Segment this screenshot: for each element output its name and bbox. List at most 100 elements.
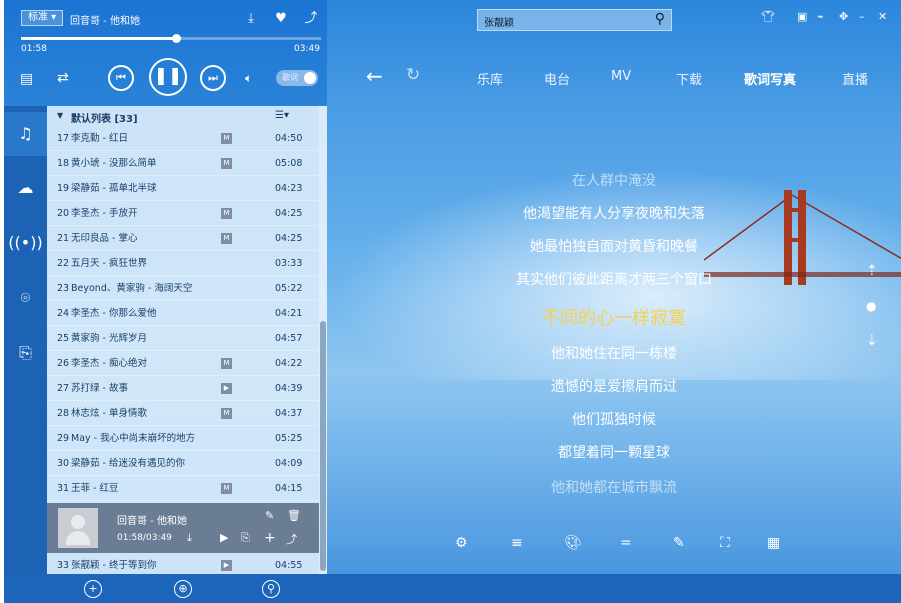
share-icon[interactable]: ⎘ <box>241 531 250 545</box>
list-item[interactable]: 27 苏打绿 - 故事 ▶ 04:39 <box>47 376 319 401</box>
track-duration: 05:25 <box>275 433 303 444</box>
fullscreen-icon[interactable]: ⛶ <box>720 535 730 551</box>
tab-5[interactable]: 直播 <box>842 69 868 88</box>
collapse-icon[interactable]: ▼ <box>57 111 63 120</box>
music-icon[interactable]: ♫ <box>4 112 47 156</box>
cloud-icon[interactable]: ☁ <box>4 166 47 210</box>
mv-badge[interactable]: M <box>221 158 232 169</box>
tab-0[interactable]: 乐库 <box>477 69 503 88</box>
delete-icon[interactable]: 🗑︎ <box>287 509 301 522</box>
list-item[interactable]: 22 五月天 - 疯狂世界 03:33 <box>47 251 319 276</box>
volume-icon[interactable]: 🔈︎ <box>245 71 252 86</box>
tab-4[interactable]: 歌词写真 <box>744 69 796 88</box>
list-item[interactable]: 31 王菲 - 红豆 M 04:15 <box>47 476 319 501</box>
scrollbar[interactable] <box>319 106 327 574</box>
mv-badge[interactable]: M <box>221 408 232 419</box>
lyrics-reset-icon[interactable]: ● <box>866 299 876 313</box>
time-current: 01:58 <box>21 44 47 54</box>
download-icon[interactable]: ⤓ <box>187 531 192 545</box>
mv-icon[interactable]: ▶ <box>220 531 228 544</box>
tab-1[interactable]: 电台 <box>544 69 570 88</box>
mv-badge[interactable]: M <box>221 133 232 144</box>
share-icon[interactable]: ⤴ <box>302 10 320 28</box>
edit-icon[interactable]: ✎ <box>265 509 274 522</box>
previous-button[interactable]: ⏮ <box>108 65 134 91</box>
list-item[interactable]: 18 黄小琥 - 没那么简单 M 05:08 <box>47 151 319 176</box>
lyric-line: 他和她住在同一栋楼 <box>551 346 677 362</box>
track-title: 五月天 - 疯狂世界 <box>71 258 147 269</box>
tab-3[interactable]: 下载 <box>676 69 702 88</box>
track-title: 黄家驹 - 光辉岁月 <box>71 333 147 344</box>
mv-badge[interactable]: ▶ <box>221 383 232 394</box>
list-item[interactable]: 29 May - 我心中尚未崩坏的地方 05:25 <box>47 426 319 451</box>
lyric-line: 遗憾的是爱擦肩而过 <box>551 379 677 395</box>
next-button[interactable]: ⏭ <box>200 65 226 91</box>
refresh-icon[interactable]: ↻ <box>406 65 420 85</box>
lyrics-toggle[interactable]: 歌词 <box>276 70 318 86</box>
list-item[interactable]: 26 李圣杰 - 痴心绝对 M 04:22 <box>47 351 319 376</box>
share-icon[interactable]: ⎘ <box>4 331 47 375</box>
lyric-line: 其实他们彼此距离才两三个窗口 <box>516 272 712 288</box>
scrollbar-thumb[interactable] <box>320 321 326 571</box>
playlist-header[interactable]: ▼ 默认列表 [33] ☰▾ <box>47 106 319 126</box>
forward-icon[interactable]: ⤴ <box>286 531 297 547</box>
tab-2[interactable]: MV <box>611 69 631 84</box>
list-item[interactable]: 20 李圣杰 - 手放开 M 04:25 <box>47 201 319 226</box>
progress-knob[interactable] <box>171 34 181 43</box>
mv-badge[interactable]: M <box>221 358 232 369</box>
now-playing-title: 回音哥 - 他和她 <box>70 16 140 27</box>
search-input[interactable]: 张靓颖 ⚲ <box>477 9 672 31</box>
mv-badge[interactable]: M <box>221 483 232 494</box>
music-player-window: 标准 ▾ 回音哥 - 他和她 ⤓ ♥ ⤴ 01:58 03:49 ▤ ⇄ ⏮ ❚… <box>4 0 901 603</box>
list-item[interactable]: 28 林志炫 - 单身情歌 M 04:37 <box>47 401 319 426</box>
align-icon[interactable]: = <box>620 535 632 551</box>
track-title: 梁静茹 - 给迷没有遇见的你 <box>71 458 185 469</box>
lyric-line: 他和她都在城市飘流 <box>551 480 677 496</box>
heart-icon[interactable]: ♥ <box>272 10 290 28</box>
quality-dropdown[interactable]: 标准 ▾ <box>21 10 64 26</box>
photo-icon[interactable]: ▦ <box>767 535 780 551</box>
toggle-knob <box>304 72 316 84</box>
menu-icon[interactable]: ⌁ <box>817 10 824 23</box>
loop-icon[interactable]: ⇄ <box>57 70 69 86</box>
back-arrow-icon[interactable]: ← <box>366 64 383 88</box>
list-item[interactable]: 21 无印良品 - 掌心 M 04:25 <box>47 226 319 251</box>
search-circle-icon[interactable]: ⚲ <box>262 580 280 598</box>
edit-icon[interactable]: ✎ <box>673 535 685 551</box>
track-title: 苏打绿 - 故事 <box>71 383 128 394</box>
track-title: 梁静茹 - 孤单北半球 <box>71 183 157 194</box>
theme-palette-icon[interactable]: 🎨︎ <box>564 535 582 551</box>
list-item[interactable]: 17 李克勤 - 红日 M 04:50 <box>47 126 319 151</box>
minimize-icon[interactable]: – <box>859 10 865 23</box>
mini-mode-icon[interactable]: ▣ <box>797 10 807 23</box>
skin-icon[interactable]: 👕︎ <box>761 10 775 23</box>
track-duration: 04:23 <box>275 183 303 194</box>
settings-gear-icon[interactable]: ⚙ <box>455 535 468 551</box>
progress-bar[interactable] <box>21 34 321 43</box>
close-icon[interactable]: ✕ <box>878 10 887 23</box>
download-icon[interactable]: ⤓ <box>242 10 260 28</box>
radio-icon[interactable]: ((•)) <box>4 221 47 265</box>
current-song-row[interactable]: 回音哥 - 他和她 01:58/03:49 ✎ 🗑︎ ⤓ ▶ ⎘ + ⤴ <box>47 503 319 553</box>
settings-icon[interactable]: ✥ <box>839 10 848 23</box>
list-item[interactable]: 25 黄家驹 - 光辉岁月 04:57 <box>47 326 319 351</box>
list-item[interactable]: 23 Beyond、黄家驹 - 海阔天空 05:22 <box>47 276 319 301</box>
location-icon[interactable]: ⌾ <box>4 276 47 320</box>
playlist-menu-icon[interactable]: ☰▾ <box>275 110 289 121</box>
mv-badge[interactable]: M <box>221 208 232 219</box>
add-circle-icon[interactable]: + <box>84 580 102 598</box>
list-item[interactable]: 24 李圣杰 - 你那么爱他 04:21 <box>47 301 319 326</box>
lyrics-up-icon[interactable]: ⇡ <box>866 263 878 279</box>
playlist-icon[interactable]: ▤ <box>20 71 33 87</box>
mv-badge[interactable]: ▶ <box>221 560 232 571</box>
pause-button[interactable]: ❚❚ <box>149 58 187 96</box>
add-icon[interactable]: + <box>264 530 276 546</box>
list-item[interactable]: 30 梁静茹 - 给迷没有遇见的你 04:09 <box>47 451 319 476</box>
track-duration: 04:22 <box>275 358 303 369</box>
search-icon[interactable]: ⚲ <box>655 11 665 27</box>
locate-icon[interactable]: ⊕ <box>174 580 192 598</box>
mv-badge[interactable]: M <box>221 233 232 244</box>
lyrics-down-icon[interactable]: ⇣ <box>866 333 878 349</box>
lyrics-search-icon[interactable]: ≡ <box>511 535 523 551</box>
list-item[interactable]: 19 梁静茹 - 孤单北半球 04:23 <box>47 176 319 201</box>
